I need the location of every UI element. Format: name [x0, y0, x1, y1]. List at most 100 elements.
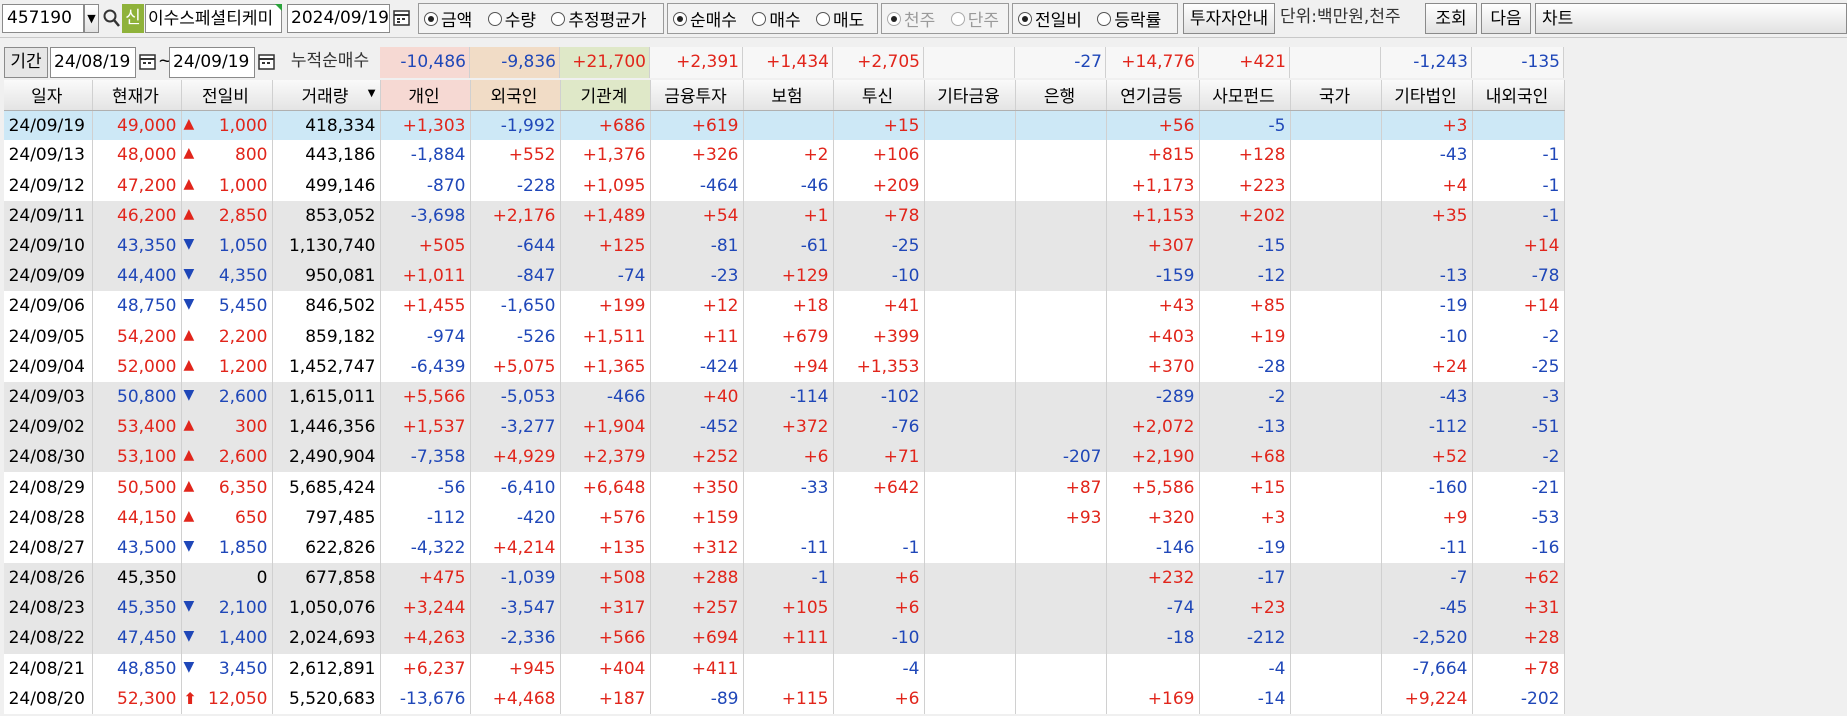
volume-cell: 499,146 [272, 170, 381, 201]
net-buy-cell: -202 [1472, 683, 1565, 714]
radio-estimated-avg-price[interactable]: 추정평균가 [551, 4, 647, 33]
table-row[interactable]: 24/09/19 49,000 ▲ 1,000 418,334 +1,303 -1,992 +… [4, 110, 1565, 141]
net-buy-cell [1290, 200, 1382, 231]
price-cell: 53,400 [92, 412, 182, 443]
radio-change-rate[interactable]: 등락률 [1097, 4, 1161, 33]
chevron-down-icon[interactable]: ▼ [84, 4, 99, 33]
query-button[interactable]: 조회 [1425, 3, 1477, 34]
column-header[interactable]: 외국인 [470, 80, 561, 111]
change-value: 2,600 [218, 386, 268, 407]
table-row[interactable]: 24/08/22 47,450 ▼ 1,400 2,024,693 +4,263 -2,33… [4, 623, 1565, 654]
column-header[interactable]: 사모펀드 [1199, 80, 1291, 111]
radio-single-shares[interactable]: 단주 [950, 4, 999, 33]
table-row[interactable]: 24/08/26 45,350 0 677,858 +475 -1,039 +508 +288… [4, 563, 1565, 594]
stock-name-field: 이수스페셜티케미 [145, 4, 282, 33]
radio-sell[interactable]: 매도 [816, 4, 864, 33]
price-cell: 48,750 [92, 291, 182, 322]
sort-down-icon[interactable]: ▼ [368, 88, 376, 99]
net-buy-cell: +78 [833, 200, 925, 231]
radio-thousand-shares[interactable]: 천주 [887, 4, 935, 33]
column-header[interactable]: 현재가 [92, 80, 182, 111]
change-cell: ▼ 2,100 [181, 593, 273, 624]
table-row[interactable]: 24/08/28 44,150 ▲ 650 797,485 -112 -420 +576 +15… [4, 502, 1565, 533]
table-row[interactable]: 24/09/13 48,000 ▲ 800 443,186 -1,884 +552 +1,37… [4, 140, 1565, 171]
calendar-icon[interactable] [256, 47, 278, 78]
next-button[interactable]: 다음 [1481, 3, 1531, 34]
table-row[interactable]: 24/08/29 50,500 ▲ 6,350 5,685,424 -56 -6,410 +6… [4, 472, 1565, 503]
net-buy-cell: -114 [743, 381, 834, 413]
net-buy-cell: -18 [1106, 623, 1200, 654]
table-row[interactable]: 24/09/10 43,350 ▼ 1,050 1,130,740 +505 -644 +12… [4, 230, 1565, 262]
cumulative-sum-cell: +1,434 [743, 47, 833, 78]
radio-amount[interactable]: 금액 [424, 4, 472, 33]
investor-guide-button[interactable]: 투자자안내 [1183, 3, 1275, 34]
volume-cell: 5,520,683 [272, 683, 381, 714]
net-buy-cell [1290, 351, 1382, 382]
chart-button[interactable]: 차트 [1535, 3, 1847, 34]
column-header[interactable]: 개인 [380, 80, 471, 111]
table-row[interactable]: 24/08/23 45,350 ▼ 2,100 1,050,076 +3,244 -3,54… [4, 593, 1565, 624]
date-cell: 24/09/12 [4, 170, 93, 201]
period-from-input[interactable]: 24/08/19 [50, 47, 136, 78]
radio-quantity[interactable]: 수량 [487, 4, 536, 33]
net-buy-cell [1290, 140, 1382, 171]
net-buy-cell [924, 442, 1016, 473]
radio-buy[interactable]: 매수 [752, 4, 801, 33]
change-value: 650 [235, 507, 268, 528]
date-input[interactable]: 2024/09/19 [287, 4, 390, 33]
column-header[interactable]: 거래량 ▼ [272, 80, 381, 111]
table-row[interactable]: 24/08/21 48,850 ▼ 3,450 2,612,891 +6,237 +945 +… [4, 653, 1565, 684]
net-buy-cell: +686 [560, 110, 651, 141]
calendar-icon[interactable] [137, 47, 159, 78]
stock-code-input[interactable]: 457190 [2, 4, 84, 33]
table-row[interactable]: 24/09/06 48,750 ▼ 5,450 846,502 +1,455 -1,650 +… [4, 291, 1565, 322]
column-header[interactable]: 금융투자 [650, 80, 744, 111]
table-row[interactable]: 24/09/09 44,400 ▼ 4,350 950,081 +1,011 -847 -74… [4, 261, 1565, 292]
table-row[interactable]: 24/09/05 54,200 ▲ 2,200 859,182 -974 -526 +1,51… [4, 321, 1565, 352]
table-row[interactable]: 24/09/03 50,800 ▼ 2,600 1,615,011 +5,566 -5,05… [4, 381, 1565, 413]
table-row[interactable]: 24/08/20 52,300 ⬆ 12,050 5,520,683 -13,676 +4,… [4, 683, 1565, 714]
column-header[interactable]: 국가 [1290, 80, 1382, 111]
column-header[interactable]: 내외국인 [1472, 80, 1565, 111]
net-buy-cell: -1,992 [470, 110, 561, 141]
date-cell: 24/09/03 [4, 381, 93, 413]
date-cell: 24/09/06 [4, 291, 93, 322]
net-buy-cell: +694 [650, 623, 744, 654]
radio-prev-day[interactable]: 전일비 [1018, 4, 1082, 33]
column-header[interactable]: 은행 [1015, 80, 1107, 111]
column-header[interactable]: 일자 [4, 80, 93, 111]
triangle-up-icon: ▲ [183, 175, 195, 192]
net-buy-cell: +1,489 [560, 200, 651, 231]
search-icon[interactable] [101, 4, 121, 33]
change-value: 1,050 [218, 236, 268, 257]
table-row[interactable]: 24/08/27 43,500 ▼ 1,850 622,826 -4,322 +4,214 +… [4, 532, 1565, 563]
net-buy-cell: -1 [1472, 200, 1565, 231]
column-header[interactable]: 전일비 [181, 80, 273, 111]
column-header[interactable]: 보험 [743, 80, 834, 111]
net-buy-cell: +115 [743, 683, 834, 714]
net-buy-cell: +288 [650, 563, 744, 594]
date-cell: 24/09/13 [4, 140, 93, 171]
date-cell: 24/09/11 [4, 200, 93, 231]
radio-net-buy[interactable]: 순매수 [673, 4, 737, 33]
column-header[interactable]: 연기금등 [1106, 80, 1200, 111]
net-buy-cell: -1 [743, 563, 834, 594]
period-to-input[interactable]: 24/09/19 [169, 47, 255, 78]
table-row[interactable]: 24/08/30 53,100 ▲ 2,600 2,490,904 -7,358 +4,92… [4, 442, 1565, 473]
calendar-icon[interactable] [391, 4, 413, 33]
table-row[interactable]: 24/09/12 47,200 ▲ 1,000 499,146 -870 -228 +1,09… [4, 170, 1565, 201]
price-cell: 54,200 [92, 321, 182, 352]
net-buy-cell [1381, 230, 1473, 262]
net-buy-cell: -16 [1472, 532, 1565, 563]
change-value: 2,100 [218, 598, 268, 619]
table-row[interactable]: 24/09/11 46,200 ▲ 2,850 853,052 -3,698 +2,176 +… [4, 200, 1565, 231]
table-row[interactable]: 24/09/02 53,400 ▲ 300 1,446,356 +1,537 -3,277 +… [4, 412, 1565, 443]
net-buy-cell: +3 [1381, 110, 1473, 141]
column-header[interactable]: 기타금융 [924, 80, 1016, 111]
column-header[interactable]: 기관계 [560, 80, 651, 111]
table-row[interactable]: 24/09/04 52,000 ▲ 1,200 1,452,747 -6,439 +5,07… [4, 351, 1565, 382]
column-header[interactable]: 기타법인 [1381, 80, 1473, 111]
change-value: 5,450 [218, 296, 268, 317]
net-buy-cell [1290, 532, 1382, 563]
column-header[interactable]: 투신 [833, 80, 925, 111]
